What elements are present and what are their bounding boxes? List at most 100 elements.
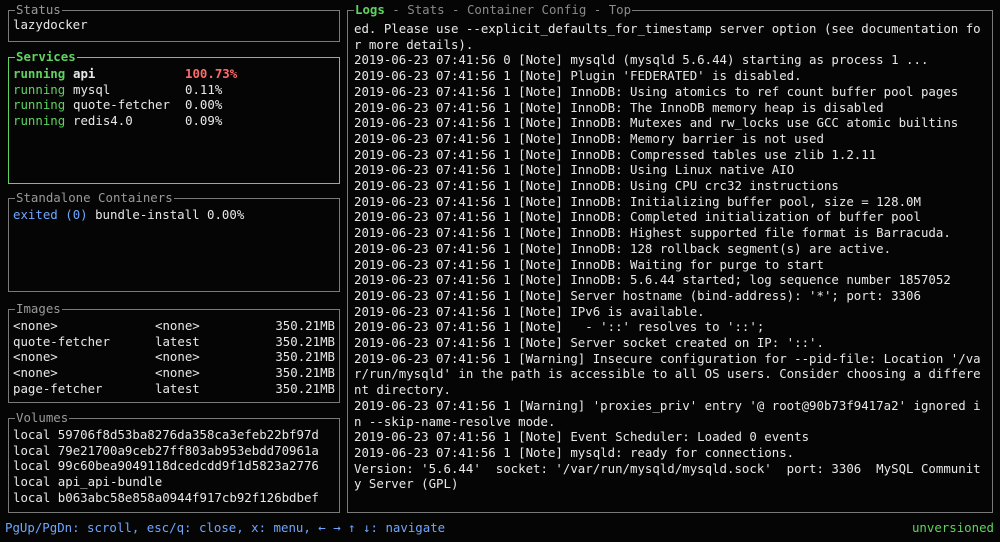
volume-driver: local xyxy=(13,442,51,458)
services-list: running api 100.73% running mysql 0.11% runnin… xyxy=(13,66,337,129)
log-line: 2019-06-23 07:41:56 1 [Note] InnoDB: Usi… xyxy=(354,162,795,178)
log-line: 2019-06-23 07:41:56 1 [Note] InnoDB: Usi… xyxy=(354,83,959,99)
log-line: 2019-06-23 07:41:56 1 [Note] InnoDB: Usi… xyxy=(354,178,839,194)
service-name: api xyxy=(73,66,96,81)
log-line: 2019-06-23 07:41:56 1 [Note] InnoDB: Mem… xyxy=(354,130,824,146)
log-line: 2019-06-23 07:41:56 1 [Note] IPv6 is ava… xyxy=(354,303,705,319)
volume-name: 99c60bea9049118dcedcdd9f1d5823a2776 xyxy=(57,458,319,474)
log-line: 2019-06-23 07:41:56 1 [Note] InnoDB: Com… xyxy=(354,209,921,225)
services-panel[interactable]: Services running api 100.73% running mysql 0.… xyxy=(8,49,340,184)
image-name: page-fetcher xyxy=(13,380,103,396)
image-tag: latest xyxy=(155,380,200,396)
tab-logs[interactable]: Logs xyxy=(355,2,385,17)
tab-container-config[interactable]: Container Config xyxy=(467,2,586,17)
service-row[interactable]: running api 100.73% xyxy=(13,66,337,82)
footer-bar: PgUp/PgDn: scroll, esc/q: close, x: menu… xyxy=(5,520,994,536)
images-list: <none> <none> 350.21MB quote-fetcher latest 3… xyxy=(13,318,337,396)
status-panel-title: Status xyxy=(15,2,62,18)
standalone-containers-panel[interactable]: Standalone Containers exited (0) bundle-… xyxy=(8,190,340,292)
log-line: 2019-06-23 07:41:56 1 [Warning] Insecure… xyxy=(354,350,981,398)
image-row[interactable]: <none> <none> 350.21MB xyxy=(13,349,337,365)
status-panel[interactable]: Status lazydocker xyxy=(8,2,340,42)
log-line: 2019-06-23 07:41:56 1 [Note] Server host… xyxy=(354,287,921,303)
keybindings-hint: PgUp/PgDn: scroll, esc/q: close, x: menu… xyxy=(5,520,446,535)
tab-separator: - xyxy=(384,2,408,17)
tab-separator: - xyxy=(444,2,467,17)
log-line: 2019-06-23 07:41:56 1 [Note] InnoDB: Wai… xyxy=(354,256,824,272)
image-name: <none> xyxy=(13,349,58,365)
service-state: running xyxy=(13,81,66,97)
log-line: 2019-06-23 07:41:56 1 [Warning] 'proxies… xyxy=(354,397,981,429)
service-name: redis4.0 xyxy=(73,113,133,129)
log-line: 2019-06-23 07:41:56 1 [Note] mysqld: rea… xyxy=(354,444,795,460)
main-panel[interactable]: Logs - Stats - Container Config - Top ed… xyxy=(347,2,993,513)
service-cpu: 100.73% xyxy=(185,66,238,81)
image-name: quote-fetcher xyxy=(13,333,110,349)
volumes-panel-title: Volumes xyxy=(15,410,70,426)
volume-row[interactable]: local api_api-bundle xyxy=(13,474,337,490)
image-row[interactable]: page-fetcher latest 350.21MB xyxy=(13,381,337,397)
main-panel-tabs: Logs - Stats - Container Config - Top xyxy=(354,2,633,18)
standalone-list: exited (0) bundle-install 0.00% xyxy=(13,207,337,223)
log-line: 2019-06-23 07:41:56 1 [Note] Server sock… xyxy=(354,335,824,351)
volume-row[interactable]: local 79e21700a9ceb27ff803ab953ebdd70961… xyxy=(13,443,337,459)
image-size: 350.21MB xyxy=(275,365,335,381)
image-row[interactable]: quote-fetcher latest 350.21MB xyxy=(13,334,337,350)
service-state: running xyxy=(13,66,66,81)
volume-driver: local xyxy=(13,474,51,490)
log-line: 2019-06-23 07:41:56 1 [Note] InnoDB: 5.6… xyxy=(354,272,951,288)
container-row[interactable]: exited (0) bundle-install 0.00% xyxy=(13,207,337,223)
volume-name: 59706f8d53ba8276da358ca3efeb22bf97d xyxy=(57,427,319,442)
image-size: 350.21MB xyxy=(275,318,335,333)
service-state: running xyxy=(13,113,66,129)
image-row[interactable]: <none> <none> 350.21MB xyxy=(13,318,337,334)
service-name: mysql xyxy=(73,81,111,97)
volume-row[interactable]: local 99c60bea9049118dcedcdd9f1d5823a277… xyxy=(13,458,337,474)
service-row[interactable]: running mysql 0.11% xyxy=(13,82,337,98)
service-row[interactable]: running redis4.0 0.09% xyxy=(13,113,337,129)
volume-name: api_api-bundle xyxy=(57,474,163,490)
log-line: 2019-06-23 07:41:56 1 [Note] InnoDB: Hig… xyxy=(354,225,951,241)
volume-name: 79e21700a9ceb27ff803ab953ebdd70961a xyxy=(57,442,319,458)
image-size: 350.21MB xyxy=(275,349,335,365)
services-panel-title: Services xyxy=(15,49,77,65)
standalone-panel-title: Standalone Containers xyxy=(15,190,174,206)
volume-driver: local xyxy=(13,458,51,474)
service-cpu: 0.09% xyxy=(185,113,223,129)
image-row[interactable]: <none> <none> 350.21MB xyxy=(13,365,337,381)
log-output[interactable]: ed. Please use --explicit_defaults_for_t… xyxy=(354,21,988,492)
volumes-panel[interactable]: Volumes local 59706f8d53ba8276da358ca3ef… xyxy=(8,410,340,513)
images-panel-title: Images xyxy=(15,301,62,317)
log-line: 2019-06-23 07:41:56 1 [Note] Event Sched… xyxy=(354,429,810,445)
image-name: <none> xyxy=(13,318,58,333)
tab-stats[interactable]: Stats xyxy=(407,2,444,17)
volumes-list: local 59706f8d53ba8276da358ca3efeb22bf97… xyxy=(13,427,337,505)
service-cpu: 0.00% xyxy=(185,97,223,113)
log-line: 2019-06-23 07:41:56 1 [Note] InnoDB: 128… xyxy=(354,240,892,256)
tab-top[interactable]: Top xyxy=(609,2,631,17)
images-panel[interactable]: Images <none> <none> 350.21MB quote-fetcher… xyxy=(8,301,340,403)
container-state: exited xyxy=(13,207,58,222)
service-cpu: 0.11% xyxy=(185,81,223,97)
log-line: 2019-06-23 07:41:56 1 [Note] - '::' reso… xyxy=(354,319,765,335)
version-label: unversioned xyxy=(911,520,994,535)
volume-driver: local xyxy=(13,427,51,442)
image-size: 350.21MB xyxy=(275,380,335,396)
container-exit-code: (0) xyxy=(65,207,88,222)
log-line: 2019-06-23 07:41:56 1 [Note] InnoDB: Mut… xyxy=(354,115,959,131)
project-name-text: lazydocker xyxy=(13,17,88,32)
service-name: quote-fetcher xyxy=(73,97,170,113)
container-cpu: 0.00% xyxy=(207,207,245,222)
log-line: Version: '5.6.44' socket: '/var/run/mysq… xyxy=(354,460,981,492)
log-line: 2019-06-23 07:41:56 1 [Note] Plugin 'FED… xyxy=(354,68,802,84)
tab-separator: - xyxy=(586,2,609,17)
volume-driver: local xyxy=(13,489,51,505)
volume-row[interactable]: local b063abc58e858a0944f917cb92f126bdbe… xyxy=(13,490,337,506)
service-row[interactable]: running quote-fetcher 0.00% xyxy=(13,97,337,113)
image-size: 350.21MB xyxy=(275,333,335,349)
log-line: 2019-06-23 07:41:56 1 [Note] InnoDB: The… xyxy=(354,99,884,115)
log-line: ed. Please use --explicit_defaults_for_t… xyxy=(354,21,981,52)
container-name: bundle-install xyxy=(95,207,200,222)
image-tag: <none> xyxy=(155,349,200,365)
volume-row[interactable]: local 59706f8d53ba8276da358ca3efeb22bf97… xyxy=(13,427,337,443)
